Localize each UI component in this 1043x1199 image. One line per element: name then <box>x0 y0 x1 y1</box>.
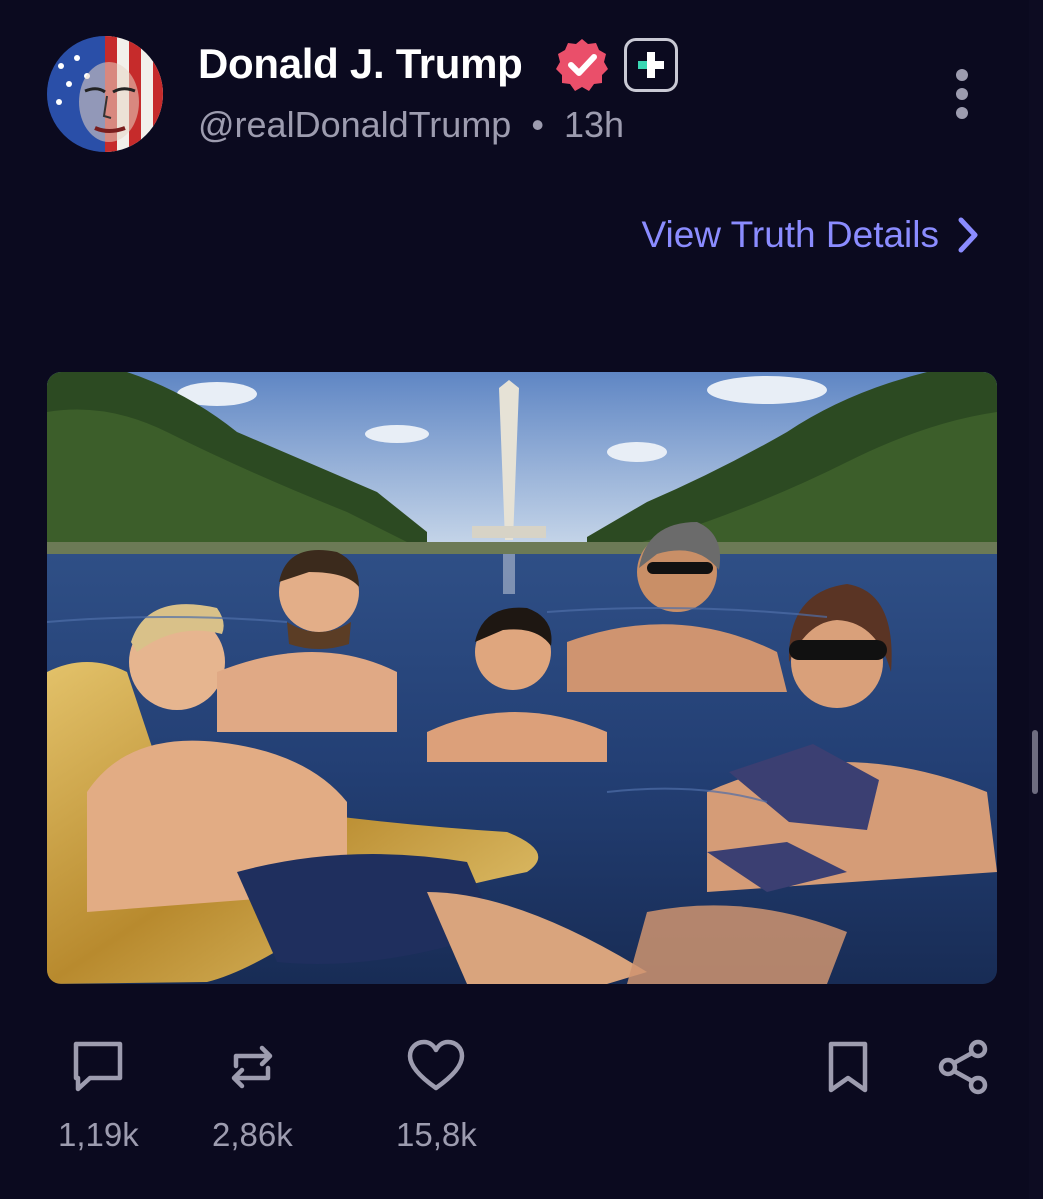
author-handle[interactable]: @realDonaldTrump <box>198 104 511 145</box>
reply-count: 1,19k <box>58 1116 139 1153</box>
chevron-right-icon <box>958 217 978 253</box>
bookmark-button[interactable] <box>826 1040 870 1099</box>
like-count: 15,8k <box>396 1116 477 1153</box>
view-truth-details-link[interactable]: View Truth Details <box>642 214 980 256</box>
post-image[interactable] <box>47 372 997 984</box>
verified-badge-icon <box>553 36 611 94</box>
author-avatar[interactable] <box>47 36 163 152</box>
meta-separator: • <box>531 104 544 145</box>
post-time: 13h <box>563 104 625 145</box>
share-button[interactable] <box>936 1038 990 1101</box>
share-icon <box>938 1039 988 1095</box>
truth-plus-badge-icon <box>624 38 678 92</box>
view-truth-details-label: View Truth Details <box>641 214 940 255</box>
bookmark-icon <box>828 1041 868 1093</box>
reply-action[interactable]: 1,19k <box>58 1038 139 1154</box>
comment-icon <box>74 1041 123 1092</box>
author-meta: @realDonaldTrump • 13h <box>198 104 624 146</box>
repost-icon <box>232 1045 273 1089</box>
post-view: Donald J. Trump @realDonaldTrump • 13h V… <box>0 0 1043 1199</box>
author-name[interactable]: Donald J. Trump <box>198 40 523 88</box>
vertical-dots-icon <box>956 69 968 119</box>
avatar-image <box>47 36 163 152</box>
retruth-action[interactable]: 2,86k <box>212 1038 293 1154</box>
scrollbar-track[interactable] <box>1029 0 1043 1199</box>
more-options-button[interactable] <box>940 66 984 122</box>
scrollbar-thumb[interactable] <box>1032 730 1038 794</box>
photo-illustration <box>47 372 997 984</box>
retruth-count: 2,86k <box>212 1116 293 1153</box>
like-action[interactable]: 15,8k <box>396 1038 477 1154</box>
heart-icon <box>408 1039 465 1091</box>
